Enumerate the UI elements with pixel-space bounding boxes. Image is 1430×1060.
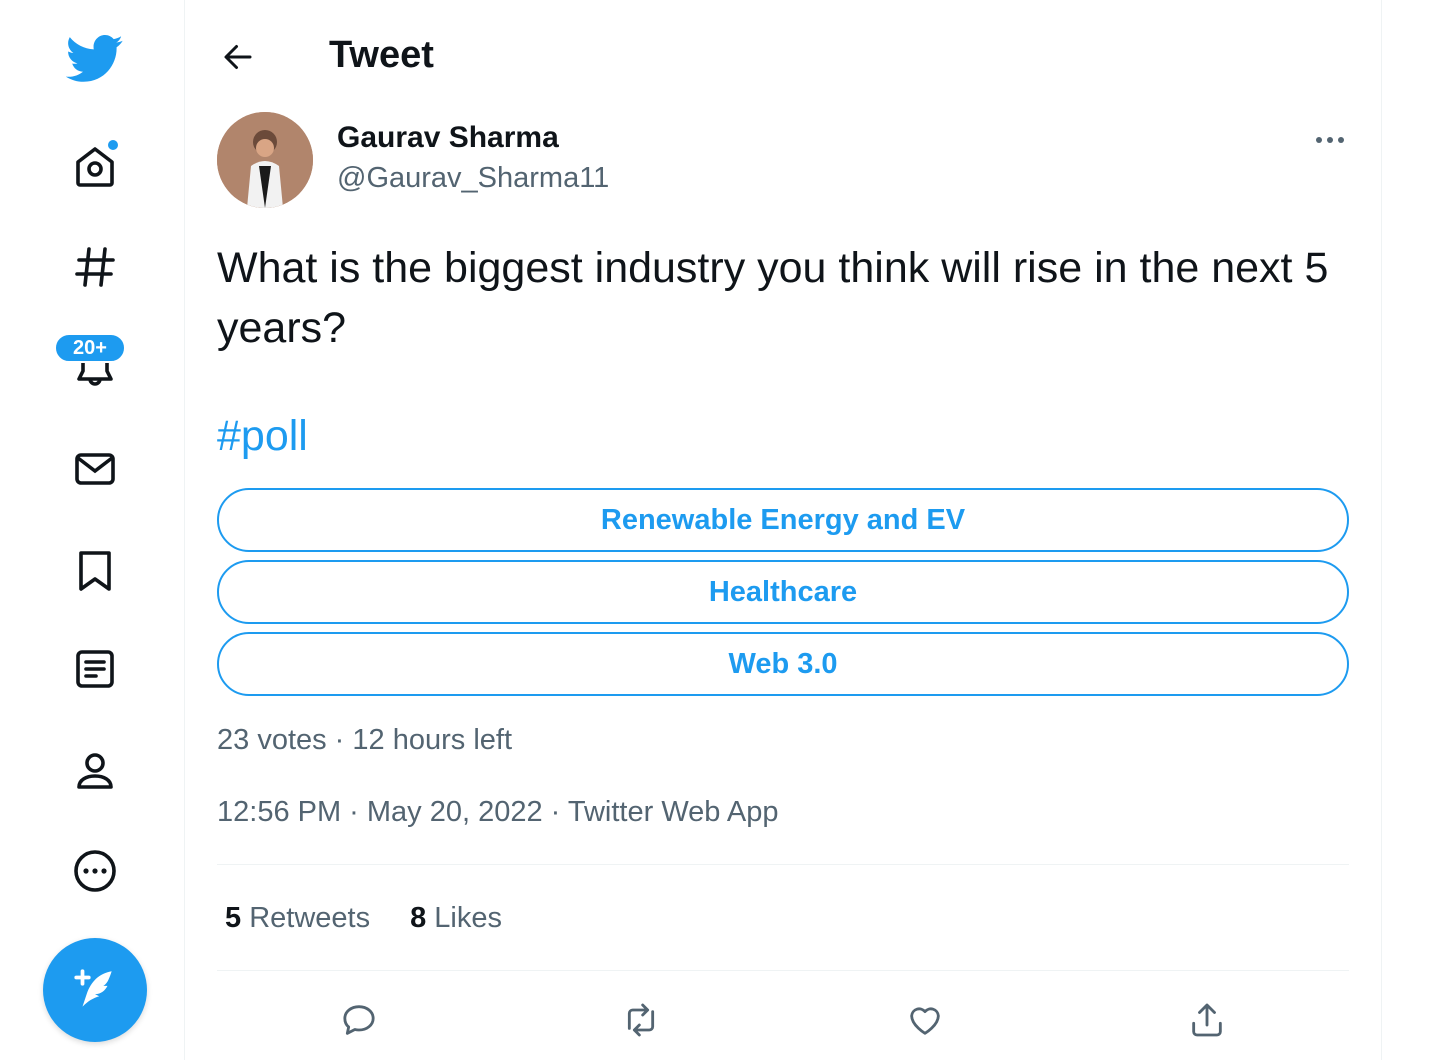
compose-tweet-button[interactable] [43,938,147,1042]
nav-explore[interactable] [62,234,128,300]
tweet-actions [217,990,1349,1050]
tweet-detail-column: Tweet Gaurav Sharma @Gaurav_Sharma11 Wha… [185,0,1381,1060]
bookmark-icon [79,551,111,591]
reply-icon [343,1005,375,1035]
poll-option[interactable]: Web 3.0 [217,632,1349,696]
retweets-count: 5 [225,902,242,934]
nav-more[interactable] [62,838,128,904]
avatar[interactable] [217,112,313,208]
reply-button[interactable] [329,990,389,1050]
tweet-more-options-button[interactable] [1305,120,1355,160]
envelope-icon [75,453,115,485]
page-title: Tweet [329,34,434,76]
likes-count: 8 [410,902,427,934]
notifications-badge: 20+ [54,333,126,363]
arrow-left-icon [224,45,252,69]
list-icon [76,650,114,688]
likes-label: Likes [434,902,502,934]
hashtag-icon [75,247,115,287]
retweet-icon [627,1003,655,1037]
feather-plus-icon [74,969,112,1007]
nav-messages[interactable] [62,436,128,502]
nav-profile[interactable] [62,738,128,804]
divider [217,970,1349,971]
more-circle-icon [74,850,116,892]
home-unread-dot [106,138,120,152]
sidebar-nav: 20+ [0,0,184,1060]
heart-icon [910,1007,940,1035]
tweet-stats: 5 Retweets 8 Likes [225,898,502,938]
nav-lists[interactable] [62,636,128,702]
nav-home[interactable] [62,134,128,200]
poll-option[interactable]: Healthcare [217,560,1349,624]
author-handle[interactable]: @Gaurav_Sharma11 [337,160,609,196]
share-button[interactable] [1177,990,1237,1050]
person-icon [77,753,113,789]
poll-meta: 23 votes · 12 hours left [217,724,512,756]
retweets-label: Retweets [249,902,371,934]
poll-option[interactable]: Renewable Energy and EV [217,488,1349,552]
tweet-timestamp[interactable]: 12:56 PM · May 20, 2022 · Twitter Web Ap… [217,792,779,832]
likes-stat[interactable]: 8 Likes [410,898,502,938]
retweets-stat[interactable]: 5 Retweets [225,898,370,938]
like-button[interactable] [895,990,955,1050]
share-icon [1192,1003,1222,1037]
retweet-button[interactable] [611,990,671,1050]
divider [217,864,1349,865]
back-button[interactable] [213,32,263,82]
column-divider-right [1381,0,1382,1060]
page-header: Tweet [185,0,1381,110]
twitter-logo-icon[interactable] [62,26,128,92]
nav-bookmarks[interactable] [62,538,128,604]
hashtag-link[interactable]: #poll [217,408,308,464]
tweet-text: What is the biggest industry you think w… [217,244,1329,352]
more-horizontal-icon [1316,137,1344,143]
author-name[interactable]: Gaurav Sharma [337,120,559,156]
